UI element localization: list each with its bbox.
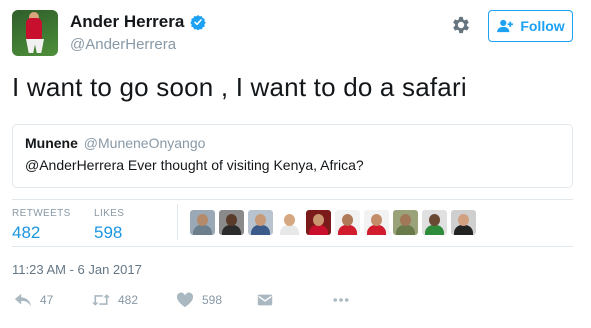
- avatar[interactable]: [12, 10, 58, 56]
- likes-stat[interactable]: LIKES 598: [94, 208, 124, 243]
- direct-message-button[interactable]: [256, 292, 274, 308]
- liker-avatar-body: [367, 225, 386, 235]
- more-dots-icon: [333, 298, 349, 302]
- divider: [12, 246, 573, 247]
- liker-avatar-body: [338, 225, 357, 235]
- heart-icon: [176, 292, 194, 308]
- liker-avatar-face: [197, 214, 208, 226]
- liker-avatar-face: [342, 214, 353, 226]
- name-row: Ander Herrera: [70, 12, 207, 32]
- retweet-button[interactable]: 482: [92, 292, 138, 308]
- likes-label: LIKES: [94, 208, 125, 219]
- liker-avatar-body: [454, 225, 473, 235]
- more-button[interactable]: [332, 292, 350, 308]
- add-user-icon: [497, 19, 514, 33]
- tweet-actions: 47 482 598: [12, 292, 573, 312]
- like-count: 598: [202, 293, 223, 307]
- envelope-icon: [257, 294, 273, 306]
- quoted-display-name: Munene: [25, 135, 78, 151]
- quoted-tweet[interactable]: Munene @MuneneOnyango @AnderHerrera Ever…: [12, 124, 573, 188]
- quoted-tweet-text: @AnderHerrera Ever thought of visiting K…: [25, 157, 364, 173]
- stats-separator: [177, 204, 178, 240]
- likers-avatars: [190, 210, 476, 235]
- reply-button[interactable]: 47: [14, 292, 53, 308]
- retweets-stat[interactable]: RETWEETS 482: [12, 208, 71, 243]
- liker-avatar[interactable]: [248, 210, 273, 235]
- liker-avatar-face: [226, 214, 237, 226]
- like-button[interactable]: 598: [176, 292, 222, 308]
- liker-avatar[interactable]: [219, 210, 244, 235]
- liker-avatar-body: [251, 225, 270, 235]
- liker-avatar-body: [425, 225, 444, 235]
- avatar-figure-shorts: [26, 39, 44, 53]
- tweet-timestamp[interactable]: 11:23 AM - 6 Jan 2017: [12, 262, 142, 277]
- liker-avatar-body: [309, 225, 328, 235]
- liker-avatar-body: [222, 225, 241, 235]
- liker-avatar-face: [458, 214, 469, 226]
- user-handle[interactable]: @AnderHerrera: [70, 36, 176, 53]
- verified-badge-icon: [190, 15, 207, 30]
- liker-avatar-face: [371, 214, 382, 226]
- reply-icon: [14, 293, 32, 307]
- liker-avatar-body: [396, 225, 415, 235]
- quoted-user-handle: @MuneneOnyango: [83, 135, 206, 151]
- likes-count: 598: [94, 223, 123, 242]
- liker-avatar-face: [313, 214, 324, 226]
- liker-avatar-face: [400, 214, 411, 226]
- gear-icon[interactable]: [450, 14, 472, 36]
- display-name[interactable]: Ander Herrera: [70, 12, 184, 32]
- avatar-figure-shirt: [26, 18, 42, 40]
- liker-avatar[interactable]: [335, 210, 360, 235]
- liker-avatar[interactable]: [393, 210, 418, 235]
- liker-avatar[interactable]: [306, 210, 331, 235]
- liker-avatar[interactable]: [451, 210, 476, 235]
- liker-avatar-face: [255, 214, 266, 226]
- tweet-header: Ander Herrera @AnderHerrera Follow: [12, 10, 579, 60]
- liker-avatar[interactable]: [422, 210, 447, 235]
- reply-count: 47: [40, 293, 54, 307]
- liker-avatar[interactable]: [190, 210, 215, 235]
- retweets-count: 482: [12, 223, 41, 242]
- liker-avatar-body: [193, 225, 212, 235]
- retweet-icon: [92, 294, 110, 306]
- tweet-text: I want to go soon , I want to do a safar…: [12, 72, 467, 102]
- liker-avatar-body: [280, 225, 299, 235]
- quoted-tweet-header: Munene @MuneneOnyango: [25, 135, 560, 151]
- liker-avatar[interactable]: [364, 210, 389, 235]
- retweet-count: 482: [118, 293, 139, 307]
- retweets-label: RETWEETS: [12, 208, 71, 219]
- tweet-stats: RETWEETS 482 LIKES 598: [12, 200, 573, 246]
- follow-label: Follow: [520, 18, 565, 34]
- liker-avatar-face: [284, 214, 295, 226]
- liker-avatar-face: [429, 214, 440, 226]
- follow-button[interactable]: Follow: [488, 10, 573, 42]
- liker-avatar[interactable]: [277, 210, 302, 235]
